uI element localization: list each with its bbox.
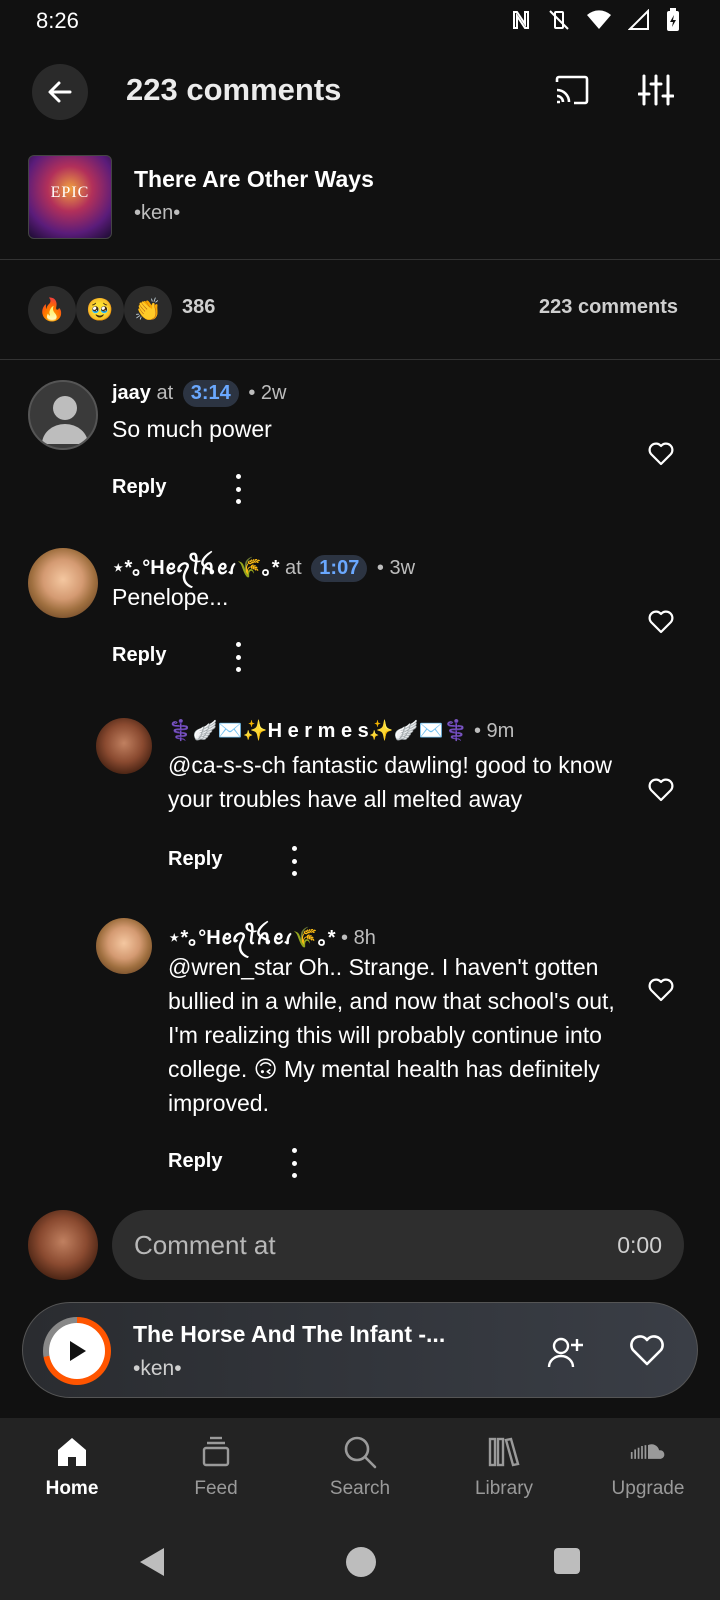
comment-meta: ⚕️🪽✉️✨H e r m e s✨🪽✉️⚕️ • 9m: [168, 718, 514, 743]
comment-age: • 8h: [341, 927, 376, 949]
heart-icon[interactable]: [648, 778, 674, 802]
comment-input[interactable]: Comment at 0:00: [112, 1210, 684, 1280]
reactions-row: 🔥 🥹 👏 386 223 comments: [0, 262, 720, 360]
more-options-button[interactable]: [228, 642, 248, 672]
filter-icon[interactable]: [638, 72, 674, 108]
comment-text: @ca-s-s-ch fantastic dawling! good to kn…: [168, 752, 612, 812]
nav-upgrade[interactable]: Upgrade: [576, 1418, 720, 1530]
more-options-button[interactable]: [284, 1148, 304, 1178]
comment-item: jaay at 3:14 • 2w So much power Reply: [0, 380, 720, 530]
page-title: 223 comments: [126, 72, 342, 107]
play-button[interactable]: [43, 1317, 111, 1385]
avatar[interactable]: [28, 548, 98, 618]
track-artwork[interactable]: EPIC: [28, 155, 112, 239]
feed-icon: [202, 1436, 230, 1467]
wifi-icon: [587, 10, 611, 29]
reaction-teary[interactable]: 🥹: [76, 286, 124, 334]
track-artist[interactable]: •ken•: [134, 202, 180, 225]
top-bar: 223 comments: [0, 60, 720, 124]
system-back-icon[interactable]: [138, 1546, 168, 1578]
current-user-avatar: [28, 1210, 98, 1280]
user-icon: [42, 396, 88, 444]
heart-icon[interactable]: [648, 610, 674, 634]
status-icons: [510, 8, 680, 32]
reply-button[interactable]: Reply: [112, 644, 166, 667]
track-header[interactable]: EPIC There Are Other Ways •ken•: [0, 150, 720, 260]
more-options-button[interactable]: [228, 474, 248, 504]
heart-icon[interactable]: [648, 442, 674, 466]
comment-meta: jaay at 3:14 • 2w: [112, 380, 286, 407]
comment-age: • 3w: [376, 557, 416, 579]
reply-button[interactable]: Reply: [112, 476, 166, 499]
reaction-clap[interactable]: 👏: [124, 286, 172, 334]
nav-upgrade-label: Upgrade: [611, 1478, 685, 1499]
nav-feed[interactable]: Feed: [144, 1418, 288, 1530]
comment-username[interactable]: ⋆*｡°Hꫀꪖꪻꫝꫀꪹ🌾｡*: [168, 927, 335, 949]
comment-username[interactable]: ⋆*｡°Hꫀꪖꪻꫝꫀꪹ🌾｡*: [112, 557, 279, 579]
mini-player-artist[interactable]: •ken•: [133, 1357, 182, 1381]
vibrate-mute-icon: [549, 10, 569, 30]
comment-at: at: [156, 382, 174, 404]
comment-text: So much power: [112, 416, 272, 442]
heart-icon[interactable]: [648, 978, 674, 1002]
nav-library[interactable]: Library: [432, 1418, 576, 1530]
comment-text: @wren_star Oh.. Strange. I haven't gotte…: [168, 954, 615, 1116]
comment-text: Penelope...: [112, 584, 229, 610]
comment-username[interactable]: jaay: [112, 382, 151, 404]
arrow-left-icon: [48, 81, 72, 103]
follow-user-icon[interactable]: [547, 1335, 583, 1369]
comment-at: at: [285, 557, 302, 579]
back-button[interactable]: [32, 64, 88, 120]
comment-age: • 9m: [473, 720, 515, 742]
reply-button[interactable]: Reply: [168, 848, 222, 871]
reply-button[interactable]: Reply: [168, 1150, 222, 1173]
heart-icon[interactable]: [629, 1335, 665, 1367]
library-icon: [488, 1437, 520, 1467]
mini-player[interactable]: The Horse And The Infant -... •ken•: [22, 1302, 698, 1398]
nav-search-label: Search: [329, 1478, 391, 1499]
signal-icon: [628, 9, 649, 30]
comment-timestamp[interactable]: 3:14: [182, 380, 239, 407]
comment-age: • 2w: [248, 382, 287, 404]
avatar[interactable]: [96, 718, 152, 774]
artwork-title: EPIC: [50, 184, 90, 201]
nav-feed-label: Feed: [194, 1478, 238, 1499]
cast-icon[interactable]: [554, 74, 590, 106]
nav-home-label: Home: [45, 1478, 99, 1499]
reply-item: ⚕️🪽✉️✨H e r m e s✨🪽✉️⚕️ • 9m @ca-s-s-ch …: [0, 718, 720, 908]
more-options-button[interactable]: [284, 846, 304, 876]
comment-placeholder: Comment at: [134, 1230, 276, 1260]
play-icon: [70, 1341, 86, 1361]
search-icon: [344, 1436, 377, 1469]
soundcloud-icon: [630, 1444, 665, 1459]
comment-timestamp[interactable]: 1:07: [311, 555, 368, 582]
comment-time: 0:00: [617, 1232, 662, 1258]
reaction-fire[interactable]: 🔥: [28, 286, 76, 334]
avatar[interactable]: [96, 918, 152, 974]
system-home-button[interactable]: [346, 1547, 376, 1577]
reply-item: ⋆*｡°Hꫀꪖꪻꫝꫀꪹ🌾｡* • 8h @wren_star Oh.. Stra…: [0, 918, 720, 1180]
comment-count: 223 comments: [539, 296, 678, 318]
bottom-navigation: Home Feed Search Library Upgrade: [0, 1418, 720, 1530]
nav-home[interactable]: Home: [0, 1418, 144, 1530]
comment-username[interactable]: ⚕️🪽✉️✨H e r m e s✨🪽✉️⚕️: [168, 720, 468, 742]
comments-list[interactable]: jaay at 3:14 • 2w So much power Reply ⋆*…: [0, 362, 720, 1180]
nfc-icon: [513, 11, 529, 29]
comment-input-row: Comment at 0:00: [0, 1202, 720, 1280]
status-time: 8:26: [36, 8, 79, 33]
comment-item: ⋆*｡°Hꫀꪖꪻꫝꫀꪹ🌾｡* at 1:07 • 3w Penelope... …: [0, 548, 720, 698]
track-title[interactable]: There Are Other Ways: [134, 166, 374, 193]
system-recents-button[interactable]: [554, 1548, 580, 1574]
battery-icon: [667, 8, 679, 31]
status-bar: 8:26: [0, 0, 720, 44]
nav-library-label: Library: [474, 1478, 534, 1499]
mini-player-title[interactable]: The Horse And The Infant -...: [133, 1321, 503, 1348]
reaction-count[interactable]: 386: [182, 296, 215, 319]
home-icon: [58, 1438, 86, 1466]
avatar[interactable]: [28, 380, 98, 450]
nav-search[interactable]: Search: [288, 1418, 432, 1530]
system-navigation: [0, 1530, 720, 1600]
